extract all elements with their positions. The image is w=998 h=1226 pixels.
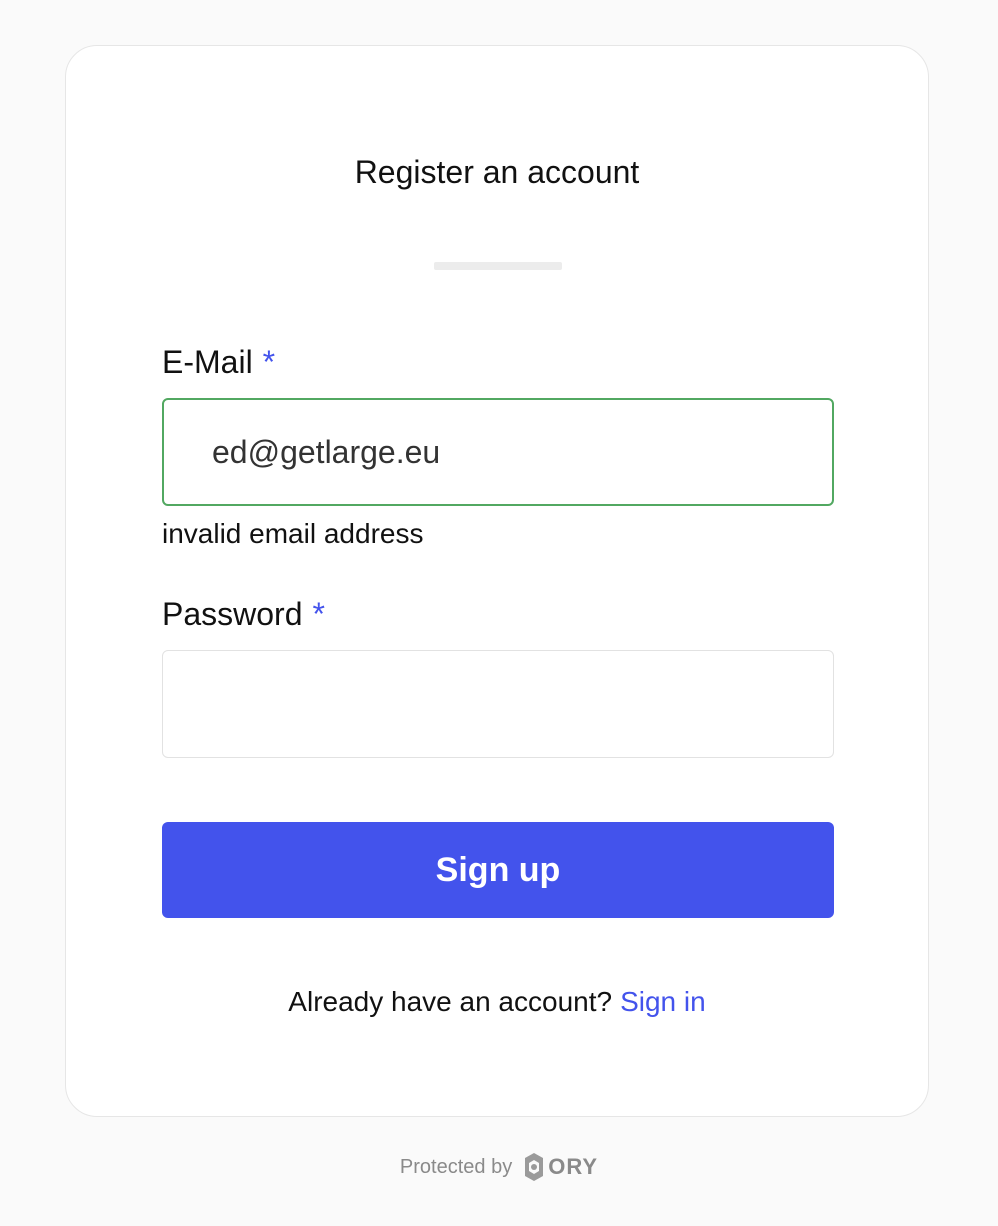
- signin-prompt-text: Already have an account?: [288, 986, 613, 1017]
- signin-prompt: Already have an account? Sign in: [66, 982, 928, 1022]
- ory-brand-text: ORY: [548, 1154, 599, 1179]
- email-required-marker: *: [262, 344, 276, 380]
- email-label-text: E-Mail: [162, 344, 253, 380]
- sign-in-link[interactable]: Sign in: [620, 986, 706, 1017]
- email-label: E-Mail *: [162, 342, 275, 382]
- title-divider: [434, 262, 562, 270]
- password-label: Password *: [162, 594, 325, 634]
- password-required-marker: *: [312, 596, 325, 632]
- protected-by-text: Protected by: [399, 1155, 513, 1178]
- ory-logo: ORY: [524, 1152, 598, 1182]
- password-label-text: Password: [162, 596, 303, 632]
- sign-up-button[interactable]: Sign up: [162, 822, 834, 918]
- registration-card: Register an account E-Mail* invalid emai…: [65, 45, 929, 1117]
- page-title: Register an account: [354, 154, 640, 190]
- email-field[interactable]: [162, 398, 834, 506]
- protected-by-footer: Protected by ORY: [0, 1152, 998, 1182]
- password-field[interactable]: [162, 650, 834, 758]
- ory-hexagon-icon: [525, 1153, 544, 1181]
- email-error-message: invalid email address: [162, 518, 424, 549]
